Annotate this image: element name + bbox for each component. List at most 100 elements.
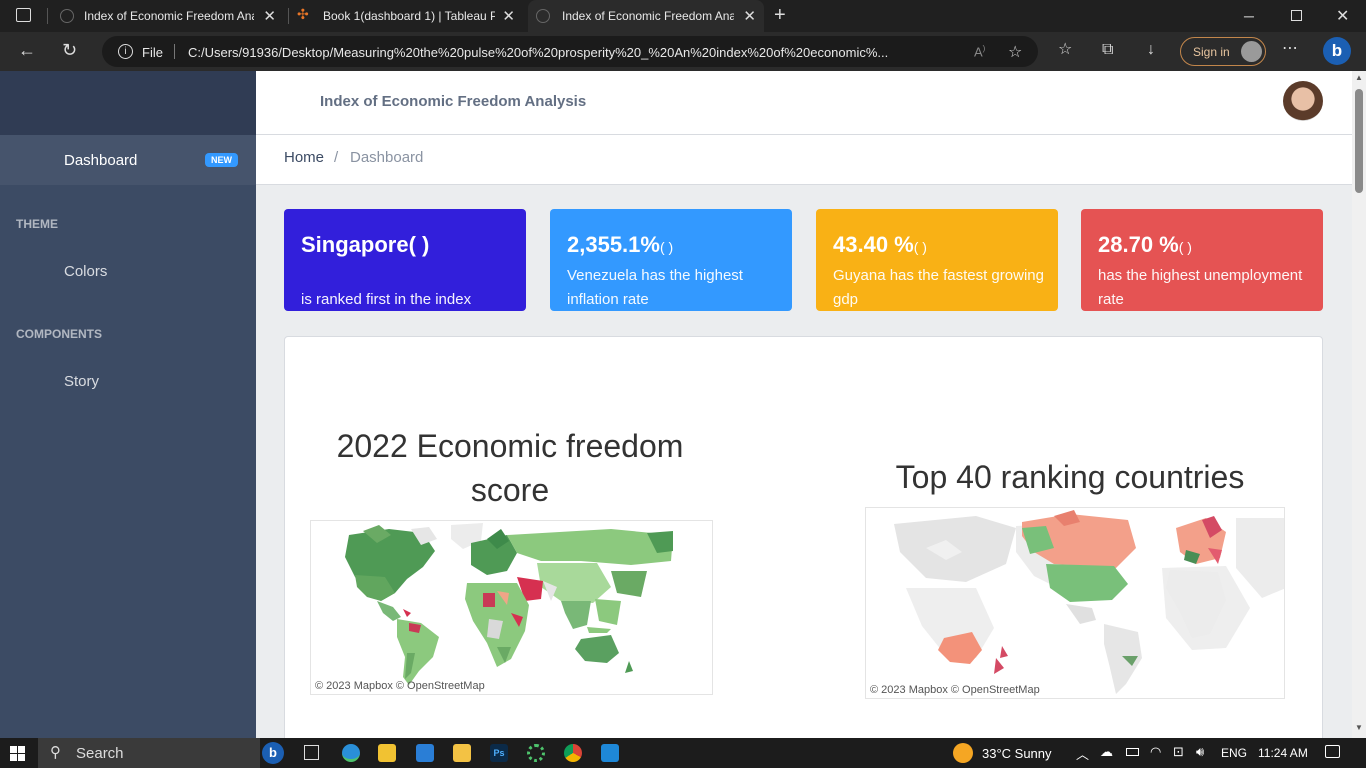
map-attribution: © 2023 Mapbox © OpenStreetMap [315, 680, 485, 692]
card-description: Guyana has the fastest growing gdp [833, 267, 1044, 308]
info-icon[interactable]: i [118, 44, 133, 59]
close-tab-icon[interactable]: ✕ [502, 7, 515, 25]
downloads-icon[interactable]: ↓ [1147, 42, 1155, 58]
scheme-label: File [142, 45, 163, 60]
photoshop-icon[interactable]: Ps [490, 744, 508, 762]
scroll-down-icon[interactable]: ▼ [1355, 723, 1363, 732]
search-icon: ⚲ [50, 744, 61, 761]
browser-tab-2[interactable]: ✣ Book 1(dashboard 1) | Tableau Pu ✕ [291, 0, 523, 32]
tab-actions-icon[interactable] [16, 8, 31, 22]
refresh-icon[interactable]: ↻ [62, 41, 77, 59]
close-tab-icon[interactable]: ✕ [743, 7, 756, 25]
scrollbar-thumb[interactable] [1355, 89, 1363, 193]
tableau-icon: ✣ [297, 6, 309, 22]
tab-favicon-icon [536, 9, 550, 23]
card-description: is ranked first in the index [301, 291, 472, 308]
task-view-icon[interactable] [304, 745, 319, 760]
windows-taskbar: ⚲ Search b Ps 33°C Sunny ︿ ☁ ◠ ⊡ 🔊︎ ENG … [0, 738, 1366, 768]
card-description: Venezuela has the highest inflation rate [567, 267, 743, 308]
page-title: Index of Economic Freedom Analysis [320, 93, 587, 110]
sidebar: Dashboard NEW THEME Colors COMPONENTS St… [0, 71, 256, 738]
notifications-icon[interactable] [1325, 745, 1340, 758]
close-window-icon[interactable]: ✕ [1336, 6, 1349, 26]
chevron-up-icon[interactable]: ︿ [1076, 744, 1089, 763]
file-explorer-icon[interactable] [453, 744, 471, 762]
tab-title: Book 1(dashboard 1) | Tableau Pu [323, 9, 495, 23]
favorites-icon[interactable]: ☆ [1058, 42, 1072, 58]
sidebar-section-theme: THEME [16, 217, 58, 231]
close-tab-icon[interactable]: ✕ [263, 7, 276, 25]
bing-search-icon: b [262, 742, 284, 764]
sign-in-button[interactable]: Sign in [1180, 37, 1266, 66]
browser-tab-strip: Index of Economic Freedom Ana ✕ ✣ Book 1… [0, 0, 1366, 32]
mail-icon[interactable] [416, 744, 434, 762]
language-indicator[interactable]: ENG [1221, 746, 1247, 760]
wifi-icon[interactable]: ◠ [1150, 744, 1161, 760]
taskbar-search[interactable]: ⚲ Search b [38, 738, 284, 768]
breadcrumb: Home / Dashboard [256, 135, 1352, 185]
edge-icon[interactable] [342, 744, 360, 762]
user-avatar[interactable] [1283, 81, 1323, 121]
volume-icon[interactable]: 🔊︎ [1196, 744, 1204, 760]
card-value: Singapore( ) [301, 232, 430, 257]
search-label: Search [76, 745, 124, 762]
sidebar-item-colors[interactable]: Colors [64, 263, 107, 280]
tab-title: Index of Economic Freedom Ana [84, 9, 254, 23]
world-map-svg-2 [894, 510, 1284, 694]
address-bar[interactable]: i File C:/Users/91936/Desktop/Measuring%… [102, 36, 1038, 67]
sidebar-brand [0, 71, 256, 135]
scroll-up-icon[interactable]: ▲ [1355, 73, 1363, 82]
sign-in-label: Sign in [1193, 45, 1230, 59]
spinner-app-icon[interactable] [527, 744, 545, 762]
sidebar-item-story[interactable]: Story [64, 373, 99, 390]
bing-icon[interactable]: b [1323, 37, 1351, 65]
page-scrollbar[interactable]: ▲ ▼ [1352, 71, 1366, 738]
add-favorite-icon[interactable]: ☆ [1008, 42, 1022, 62]
windows-start-icon[interactable] [10, 746, 25, 761]
collections-icon[interactable]: ⧉ [1102, 42, 1113, 58]
world-map-svg [345, 523, 673, 685]
more-menu-icon[interactable]: ⋯ [1282, 41, 1298, 57]
url-text[interactable]: C:/Users/91936/Desktop/Measuring%20the%2… [188, 45, 968, 60]
restore-icon[interactable] [1291, 10, 1302, 21]
card-value: 43.40 %( ) [833, 232, 927, 257]
sidebar-item-dashboard[interactable]: Dashboard NEW [0, 135, 256, 185]
map-title-top-40: Top 40 ranking countries [895, 459, 1245, 495]
card-value: 2,355.1%( ) [567, 232, 674, 257]
browser-tab-3-active[interactable]: Index of Economic Freedom Ana ✕ [528, 0, 764, 32]
chrome-icon[interactable] [564, 744, 582, 762]
card-description: has the highest unemployment rate [1098, 267, 1303, 308]
browser-toolbar: ← ↻ i File C:/Users/91936/Desktop/Measur… [0, 32, 1366, 71]
map-title-economic-freedom: 2022 Economic freedom score [336, 428, 684, 508]
meet-icon[interactable]: ⊡ [1173, 744, 1184, 760]
read-aloud-icon[interactable]: A) [974, 44, 985, 59]
tab-favicon-icon [60, 9, 74, 23]
store-icon[interactable] [378, 744, 396, 762]
minimize-icon[interactable]: ─ [1244, 8, 1254, 24]
web-page: Dashboard NEW THEME Colors COMPONENTS St… [0, 71, 1366, 738]
sidebar-section-components: COMPONENTS [16, 327, 103, 341]
stat-card-gdp-growth: 43.40 %( ) Guyana has the fastest growin… [816, 209, 1058, 311]
breadcrumb-current: Dashboard [350, 149, 424, 166]
vscode-icon[interactable] [601, 744, 619, 762]
tab-title: Index of Economic Freedom Ana [562, 9, 734, 23]
page-header: Index of Economic Freedom Analysis [256, 71, 1352, 135]
weather-icon [953, 743, 973, 763]
sidebar-item-label: Dashboard [64, 152, 138, 169]
tableau-dashboard-panel: 2022 Economic freedom score © 2023 Mapbo… [284, 336, 1323, 738]
weather-text[interactable]: 33°C Sunny [982, 746, 1052, 761]
network-icon[interactable]: ☁ [1100, 744, 1113, 760]
world-map-top-40[interactable]: © 2023 Mapbox © OpenStreetMap [865, 507, 1285, 699]
breadcrumb-separator: / [334, 149, 339, 166]
back-icon[interactable]: ← [18, 41, 36, 59]
stat-card-inflation: 2,355.1%( ) Venezuela has the highest in… [550, 209, 792, 311]
breadcrumb-home[interactable]: Home [284, 149, 324, 166]
map-attribution: © 2023 Mapbox © OpenStreetMap [870, 684, 1040, 696]
profile-avatar-icon [1241, 41, 1262, 62]
browser-tab-1[interactable]: Index of Economic Freedom Ana ✕ [52, 0, 284, 32]
world-map-freedom-score[interactable]: © 2023 Mapbox © OpenStreetMap [310, 520, 713, 695]
clock[interactable]: 11:24 AM [1258, 746, 1308, 760]
battery-icon[interactable] [1126, 748, 1139, 756]
new-tab-icon[interactable]: + [774, 4, 786, 27]
card-value: 28.70 %( ) [1098, 232, 1192, 257]
